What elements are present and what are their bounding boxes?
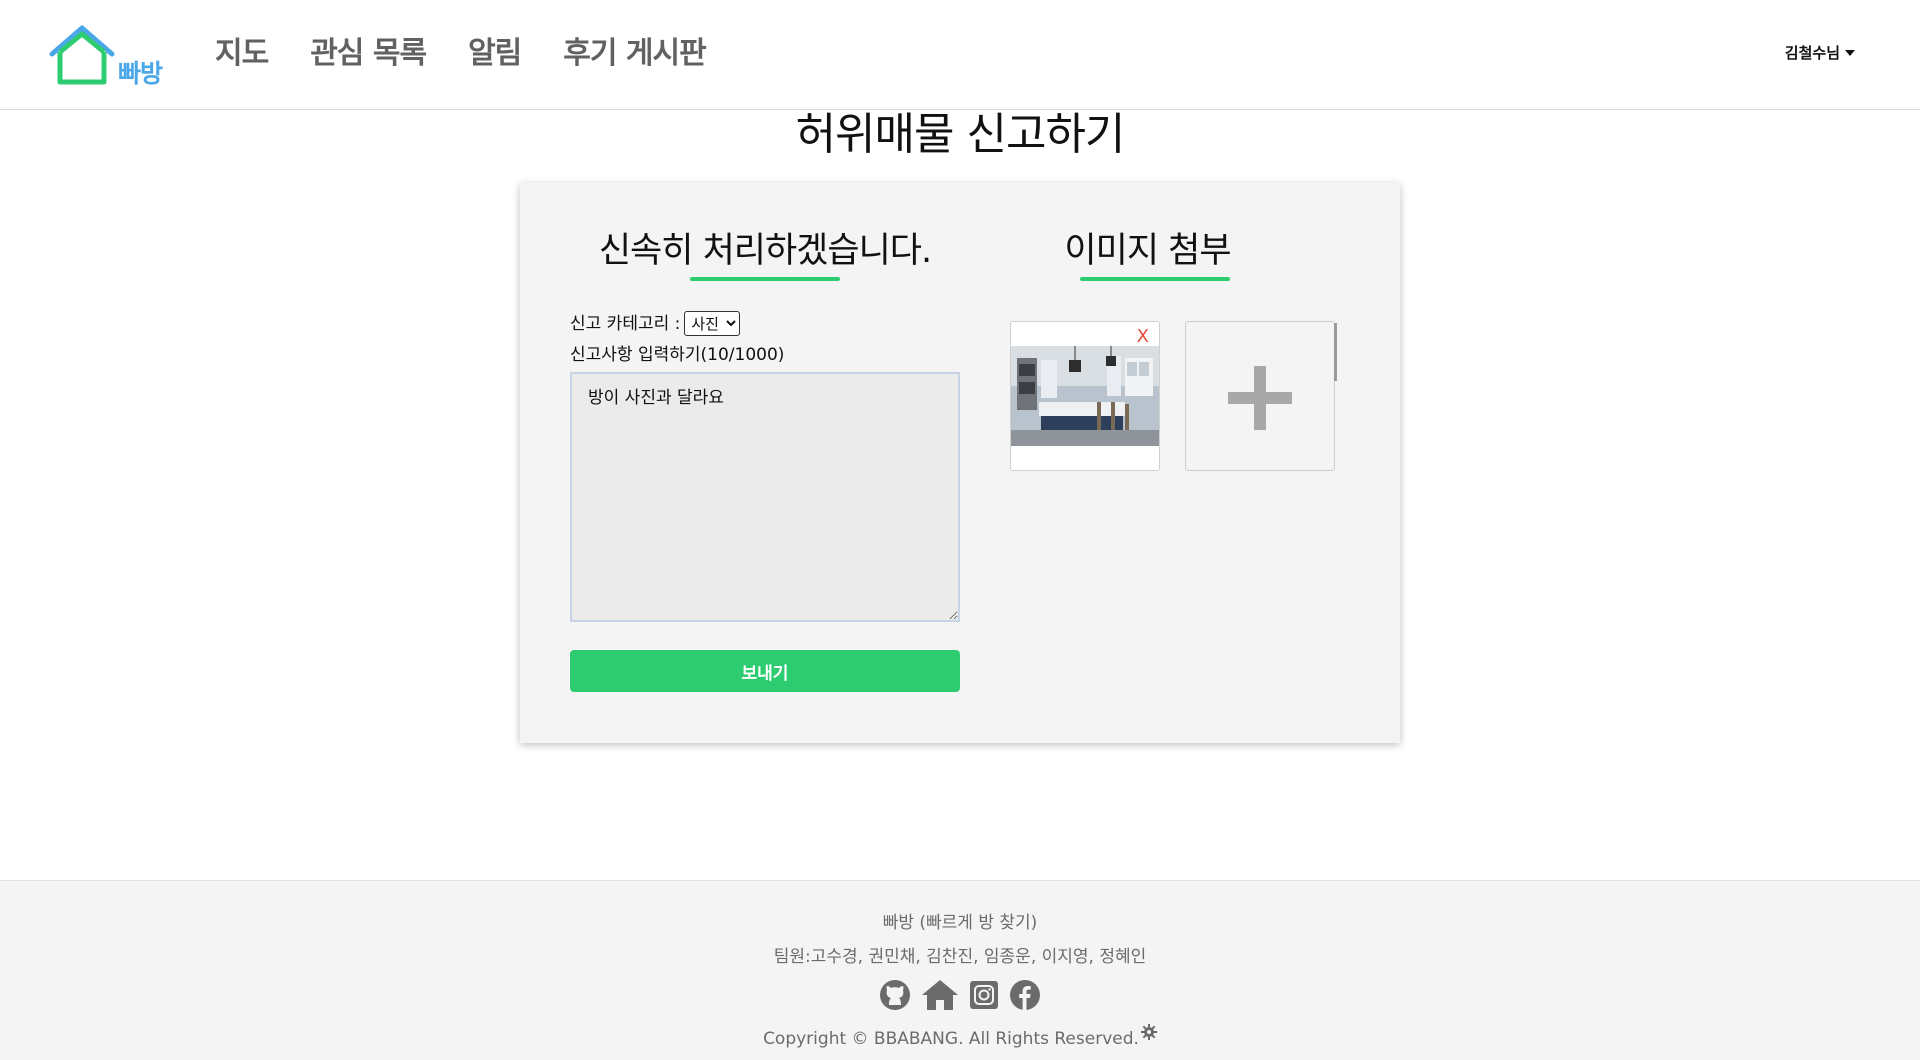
copyright-text: Copyright © BBABANG. All Rights Reserved…: [763, 1029, 1139, 1049]
heading-underline: [1080, 277, 1230, 281]
header: 빠방 지도 관심 목록 알림 후기 게시판 김철수님: [0, 0, 1920, 110]
nav-watchlist[interactable]: 관심 목록: [310, 34, 427, 74]
logo[interactable]: 빠방: [48, 24, 178, 88]
nav-notifications[interactable]: 알림: [468, 34, 522, 74]
user-menu[interactable]: 김철수님: [1785, 42, 1855, 64]
attached-image: X: [1010, 321, 1160, 471]
gear-icon[interactable]: [1140, 1023, 1157, 1047]
category-label: 신고 카테고리 :: [570, 313, 681, 334]
image-attach-heading: 이미지 첨부: [1064, 231, 1231, 271]
main-nav: 지도 관심 목록 알림 후기 게시판: [215, 34, 748, 74]
send-button[interactable]: 보내기: [570, 650, 960, 692]
footer-social-links: [0, 979, 1920, 1011]
nav-review-board[interactable]: 후기 게시판: [563, 34, 706, 74]
category-select[interactable]: 사진: [684, 311, 741, 336]
caret-down-icon: [1845, 50, 1855, 56]
page-title: 허위매물 신고하기: [795, 109, 1126, 160]
plus-icon: [1254, 366, 1266, 430]
category-row: 신고 카테고리 : 사진: [570, 311, 741, 336]
add-image-button[interactable]: [1185, 321, 1335, 471]
home-icon[interactable]: [921, 979, 959, 1011]
facebook-icon[interactable]: [1009, 979, 1041, 1011]
report-textarea[interactable]: 방이 사진과 달라요: [570, 372, 960, 622]
remove-image-icon[interactable]: X: [1137, 328, 1149, 346]
nav-map[interactable]: 지도: [215, 34, 269, 74]
logo-text: 빠방: [118, 59, 163, 88]
footer-team: 팀원:고수경, 권민채, 김찬진, 임종운, 이지영, 정혜인: [773, 947, 1147, 967]
image-scrollbar[interactable]: [1334, 323, 1337, 381]
footer: 빠방 (빠르게 방 찾기) 팀원:고수경, 권민채, 김찬진, 임종운, 이지영…: [0, 880, 1920, 1060]
github-icon[interactable]: [879, 979, 911, 1011]
instagram-icon[interactable]: [969, 980, 999, 1010]
heading-underline: [690, 277, 840, 281]
house-logo-icon: [49, 25, 115, 85]
kitchen-photo: [1011, 346, 1159, 446]
user-name: 김철수님: [1784, 44, 1840, 62]
form-heading: 신속히 처리하겠습니다.: [598, 231, 932, 271]
report-input-label: 신고사항 입력하기(10/1000): [570, 345, 785, 365]
report-card: 신속히 처리하겠습니다. 이미지 첨부 신고 카테고리 : 사진 신고사항 입력…: [520, 183, 1400, 743]
footer-copyright: Copyright © BBABANG. All Rights Reserved…: [0, 1023, 1920, 1051]
footer-site-name: 빠방 (빠르게 방 찾기): [882, 913, 1038, 933]
